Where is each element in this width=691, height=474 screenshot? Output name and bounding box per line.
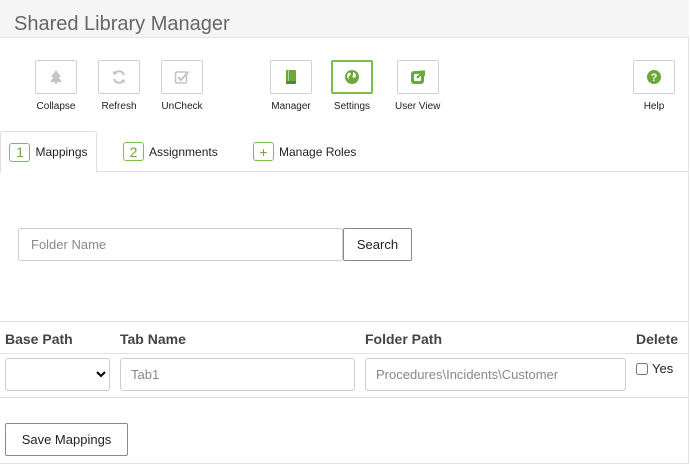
header-base-path: Base Path (5, 331, 73, 347)
title-bar: Shared Library Manager (0, 0, 689, 38)
refresh-label: Refresh (101, 101, 137, 112)
refresh-button-box[interactable] (98, 60, 140, 94)
manager-label: Manager (271, 101, 311, 112)
book-icon (284, 69, 298, 85)
uncheck-button[interactable]: UnCheck (161, 60, 203, 112)
tab-manage-roles-label: Manage Roles (279, 144, 357, 159)
header-tab-name: Tab Name (120, 331, 186, 347)
checkbox-icon (174, 69, 190, 85)
help-button-box[interactable]: ? (633, 60, 675, 94)
tree-icon (49, 69, 63, 85)
user-view-label: User View (395, 101, 441, 112)
tab-mappings-label: Mappings (35, 145, 88, 159)
uncheck-label: UnCheck (161, 101, 203, 112)
external-link-icon (410, 69, 426, 85)
search-button[interactable]: Search (343, 228, 412, 261)
save-mappings-button[interactable]: Save Mappings (5, 423, 128, 456)
header-folder-path: Folder Path (365, 331, 443, 347)
delete-yes-label: Yes (652, 361, 674, 376)
delete-checkbox[interactable] (636, 362, 648, 375)
table-header: Base Path Tab Name Folder Path Delete (0, 322, 689, 354)
settings-button-box[interactable] (331, 60, 373, 94)
manager-button[interactable]: Manager (270, 60, 312, 112)
help-button[interactable]: ? Help (633, 60, 675, 112)
refresh-button[interactable]: Refresh (98, 60, 140, 112)
refresh-icon (111, 69, 127, 85)
user-view-button[interactable]: User View (395, 60, 440, 112)
page-title: Shared Library Manager (14, 13, 230, 35)
tab-manage-roles-badge: + (253, 142, 274, 161)
question-icon: ? (646, 69, 662, 85)
user-view-button-box[interactable] (396, 60, 439, 94)
help-label: Help (643, 101, 665, 112)
settings-button[interactable]: Settings (331, 60, 373, 112)
collapse-label: Collapse (36, 101, 76, 112)
delete-yes-option[interactable]: Yes (636, 361, 673, 376)
tab-assignments-label: Assignments (149, 144, 218, 159)
svg-text:?: ? (651, 72, 658, 84)
uncheck-button-box[interactable] (161, 60, 203, 94)
manager-button-box[interactable] (270, 60, 312, 94)
globe-icon (344, 69, 360, 85)
tab-mappings[interactable]: 1 Mappings (0, 131, 97, 173)
tab-assignments-badge: 2 (123, 142, 144, 161)
settings-label: Settings (333, 101, 371, 112)
tab-assignments[interactable]: 2 Assignments (123, 131, 218, 172)
tab-manage-roles[interactable]: + Manage Roles (253, 131, 356, 172)
tab-mappings-badge: 1 (9, 142, 31, 162)
collapse-button[interactable]: Collapse (35, 60, 77, 112)
folder-name-search-input[interactable] (18, 228, 343, 261)
base-path-select[interactable] (5, 358, 110, 391)
shared-library-manager-app: Shared Library Manager Collapse Refresh … (0, 0, 689, 464)
collapse-button-box[interactable] (35, 60, 77, 94)
header-delete: Delete (636, 331, 679, 347)
folder-path-input[interactable] (365, 358, 626, 391)
tab-bar: 1 Mappings 2 Assignments + Manage Roles (0, 131, 689, 173)
tab-name-input[interactable] (120, 358, 355, 391)
